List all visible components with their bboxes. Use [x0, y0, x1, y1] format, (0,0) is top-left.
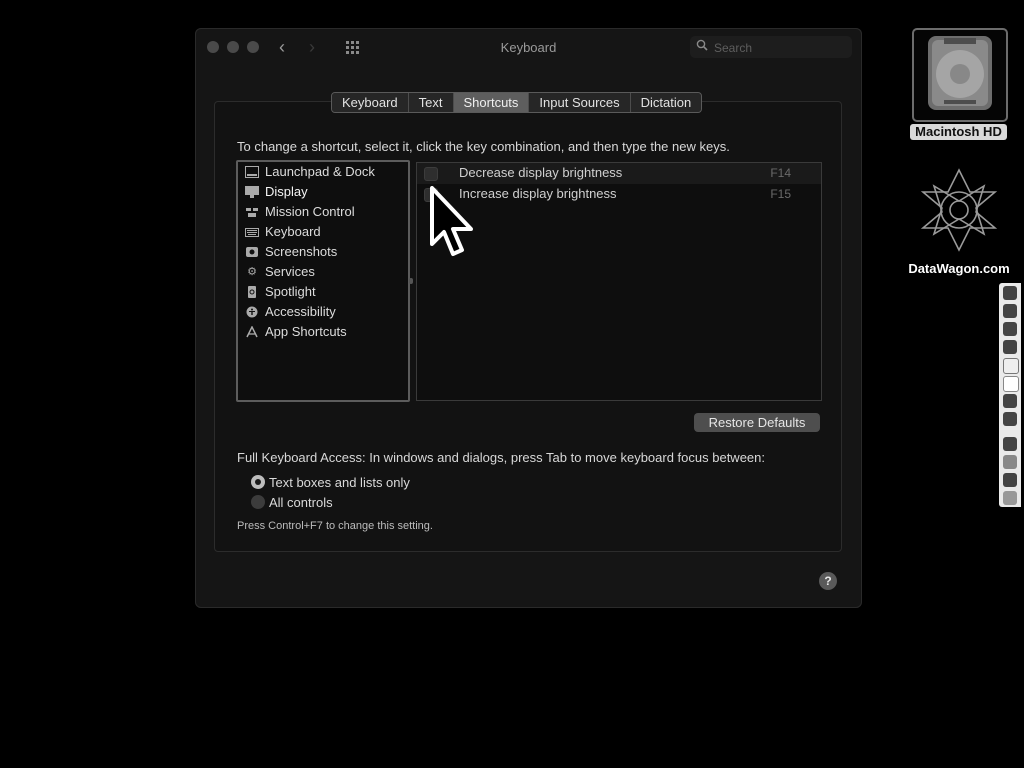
macintosh-hd-label[interactable]: Macintosh HD	[910, 124, 1007, 140]
app-store-icon[interactable]	[1003, 394, 1017, 408]
trash-icon[interactable]	[1003, 491, 1017, 505]
safari-icon[interactable]	[1003, 304, 1017, 318]
radio-label: All controls	[269, 494, 333, 510]
radio-button-selected[interactable]	[251, 475, 265, 489]
category-item-services[interactable]: ⚙ Services	[238, 262, 408, 282]
macintosh-hd-drive[interactable]	[912, 28, 1008, 122]
services-gear-icon: ⚙	[247, 266, 257, 278]
display-icon	[245, 186, 259, 198]
category-label: App Shortcuts	[265, 324, 347, 339]
keyboard-icon	[245, 226, 259, 238]
category-item-display[interactable]: Display	[238, 182, 408, 202]
finder-icon[interactable]	[1003, 286, 1017, 300]
category-label: Accessibility	[265, 304, 336, 319]
printer-icon[interactable]	[1003, 473, 1017, 487]
category-label: Launchpad & Dock	[265, 164, 375, 179]
mission-control-icon	[245, 206, 259, 218]
shortcut-row[interactable]: Decrease display brightness F14	[417, 163, 821, 184]
radio-button[interactable]	[251, 495, 265, 509]
shortcut-label: Decrease display brightness	[459, 165, 623, 180]
shortcut-category-list[interactable]: Launchpad & Dock Display Mission Control…	[236, 160, 410, 402]
chrome-icon[interactable]	[1003, 322, 1017, 336]
search-input[interactable]	[712, 38, 846, 58]
title-bar: ‹ › Keyboard	[195, 28, 862, 66]
tab-bar: Keyboard Text Shortcuts Input Sources Di…	[331, 92, 703, 113]
shortcut-key[interactable]: F14	[770, 166, 791, 180]
category-label: Spotlight	[265, 284, 316, 299]
compass-icon[interactable]	[1003, 340, 1017, 354]
instruction-text: To change a shortcut, select it, click t…	[237, 139, 730, 154]
radio-all-controls[interactable]: All controls	[251, 493, 333, 511]
keyboard-access-hint: Press Control+F7 to change this setting.	[237, 520, 433, 532]
help-button[interactable]: ?	[819, 572, 837, 590]
tab-text[interactable]: Text	[408, 93, 454, 112]
notes-icon[interactable]	[1003, 376, 1019, 392]
pane-splitter-handle[interactable]	[409, 278, 413, 284]
keyboard-preferences-window: ‹ › Keyboard Keyboard Text Shortcuts Inp…	[195, 28, 862, 608]
category-label: Screenshots	[265, 244, 338, 259]
time-machine-icon[interactable]	[1003, 412, 1017, 426]
category-item-app-shortcuts[interactable]: App Shortcuts	[238, 322, 408, 342]
spotlight-icon	[245, 286, 259, 298]
category-item-keyboard[interactable]: Keyboard	[238, 222, 408, 242]
accessibility-icon	[245, 306, 259, 318]
shortcut-key[interactable]: F15	[770, 187, 791, 201]
category-item-accessibility[interactable]: Accessibility	[238, 302, 408, 322]
launchpad-dock-icon	[245, 166, 259, 178]
datawagon-logo[interactable]	[914, 166, 1004, 254]
screenshots-icon	[245, 246, 259, 258]
radio-text-boxes-lists[interactable]: Text boxes and lists only	[251, 473, 410, 491]
app-shortcuts-icon	[245, 326, 259, 338]
category-item-launchpad-dock[interactable]: Launchpad & Dock	[238, 162, 408, 182]
radio-label: Text boxes and lists only	[269, 474, 410, 490]
tab-dictation[interactable]: Dictation	[630, 93, 702, 112]
calendar-icon[interactable]	[1003, 358, 1019, 374]
dock	[999, 283, 1021, 507]
full-keyboard-access-label: Full Keyboard Access: In windows and dia…	[237, 450, 765, 465]
category-label: Mission Control	[265, 204, 355, 219]
tab-shortcuts[interactable]: Shortcuts	[453, 93, 530, 112]
search-field[interactable]	[690, 36, 852, 58]
category-label: Display	[265, 184, 308, 199]
tab-input-sources[interactable]: Input Sources	[529, 93, 631, 112]
tab-keyboard[interactable]: Keyboard	[332, 93, 409, 112]
category-item-screenshots[interactable]: Screenshots	[238, 242, 408, 262]
category-item-mission-control[interactable]: Mission Control	[238, 202, 408, 222]
shortcut-label: Increase display brightness	[459, 186, 617, 201]
category-label: Services	[265, 264, 315, 279]
shortcut-enable-checkbox[interactable]	[424, 167, 438, 181]
search-icon	[696, 39, 708, 51]
restore-defaults-button[interactable]: Restore Defaults	[694, 413, 820, 432]
mouse-pointer-icon	[430, 186, 473, 256]
app-store-alt-icon[interactable]	[1003, 437, 1017, 451]
category-item-spotlight[interactable]: Spotlight	[238, 282, 408, 302]
image-preview-icon[interactable]	[1003, 455, 1017, 469]
hard-drive-icon	[928, 36, 992, 110]
datawagon-label[interactable]: DataWagon.com	[898, 261, 1020, 276]
category-label: Keyboard	[265, 224, 321, 239]
